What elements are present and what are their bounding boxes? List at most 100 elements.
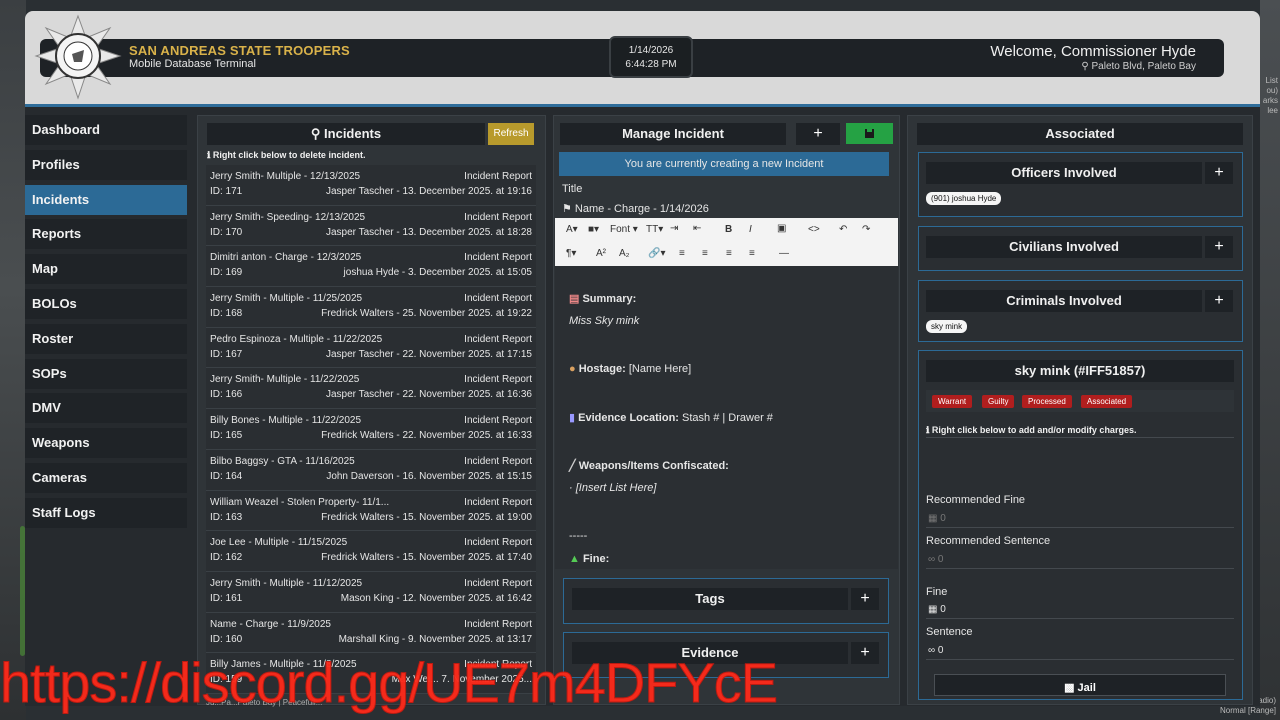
incident-type: Incident Report [464,293,532,305]
field-divider [926,527,1234,528]
image-icon[interactable]: ▣ [777,223,786,234]
editor-toolbar: A▾ ■▾ Font ▾ TT▾ ⇥ ⇤ B I ▣ <> ↶ ↷ ¶▾ A² … [555,218,898,266]
incident-list-item[interactable]: Dimitri anton - Charge - 12/3/2025 Incide… [206,246,536,288]
search-icon[interactable]: ⚲ [311,126,324,141]
horizontal-rule-icon[interactable]: — [779,248,789,259]
incident-title: Name - Charge - 11/9/2025 [210,618,331,630]
officer-chip[interactable]: (901) joshua Hyde [926,192,1002,205]
sentence-label: Sentence [926,626,973,638]
incident-id: ID: 168 [210,308,243,320]
incident-meta: Fredrick Walters - 22. November 2025. at… [321,430,532,442]
incident-id: ID: 165 [210,430,243,442]
incident-id: ID: 164 [210,470,243,482]
incident-title: Jerry Smith - Multiple - 11/12/2025 [210,577,363,589]
incident-meta: Mason King - 12. November 2025. at 16:42 [340,592,532,604]
add-evidence-button[interactable]: + [851,642,879,664]
sidebar-item-bolos[interactable]: BOLOs [25,288,187,319]
sidebar-nav: Dashboard Profiles Incidents Reports Map… [25,115,187,533]
trooper-badge-logo [34,14,122,100]
highlight-icon[interactable]: ■▾ [588,224,599,235]
tag-warrant[interactable]: Warrant [932,395,973,408]
indent-icon[interactable]: ⇥ [670,223,678,234]
summary-text: Miss Sky mink [569,315,640,327]
money-icon: ▲ [569,553,583,565]
add-criminal-button[interactable]: + [1205,290,1233,312]
align-left-icon[interactable]: ≡ [679,248,685,259]
sidebar-item-weapons[interactable]: Weapons [25,428,187,459]
undo-icon[interactable]: ↶ [839,224,847,235]
incident-list-item[interactable]: Jerry Smith - Multiple - 11/12/2025 Incid… [206,571,536,613]
location-text: Paleto Blvd, Paleto Bay [1091,61,1196,72]
font-size-icon[interactable]: TT▾ [646,224,663,235]
new-incident-button[interactable]: + [796,123,840,145]
add-civilian-button[interactable]: + [1205,236,1233,258]
fine-heading: ▲ Fine: [569,553,610,565]
jail-button[interactable]: ▩ Jail [934,674,1226,696]
summary-heading: ▤ Summary: [569,293,637,305]
incident-list-item[interactable]: Billy Bones - Multiple - 11/22/2025 Incid… [206,409,536,450]
align-center-icon[interactable]: ≡ [702,248,708,259]
bold-icon[interactable]: B [725,224,732,235]
sidebar-item-reports[interactable]: Reports [25,219,187,250]
charges-hint: ℹ Right click below to add and/or modify… [926,425,1137,435]
welcome-message: Welcome, Commissioner Hyde [990,43,1196,60]
field-divider [926,568,1234,569]
redo-icon[interactable]: ↷ [862,224,870,235]
sidebar-item-dmv[interactable]: DMV [25,393,187,424]
sidebar-item-roster[interactable]: Roster [25,323,187,354]
incident-list-item[interactable]: William Weazel - Stolen Property- 11/1..… [206,490,536,532]
location-line: ⚲ Paleto Blvd, Paleto Bay [1081,61,1196,72]
sidebar-item-cameras[interactable]: Cameras [25,462,187,493]
incident-meta: Jasper Tascher - 13. December 2025. at 1… [325,226,532,238]
tag-processed[interactable]: Processed [1022,395,1072,408]
incident-title: Dimitri anton - Charge - 12/3/2025 [210,252,362,264]
sentence-input[interactable]: ∞ 0 [928,645,943,656]
sidebar-item-staff-logs[interactable]: Staff Logs [25,497,187,528]
receipt-icon: ▦ [928,604,941,615]
outdent-icon[interactable]: ⇤ [693,223,701,234]
incident-list-item[interactable]: Jerry Smith- Multiple - 11/22/2025 Incide… [206,368,536,410]
sidebar-item-profiles[interactable]: Profiles [25,149,187,180]
paragraph-icon[interactable]: ¶▾ [566,248,576,259]
add-tag-button[interactable]: + [851,588,879,610]
incident-list-item[interactable]: Pedro Espinoza - Multiple - 11/22/2025 In… [206,327,536,369]
italic-icon[interactable]: I [749,224,752,235]
text-color-icon[interactable]: A▾ [566,224,578,235]
field-divider [926,659,1234,660]
incident-type: Incident Report [464,252,532,264]
save-button[interactable] [846,123,893,144]
justify-icon[interactable]: ≡ [749,248,755,259]
incident-list-item[interactable]: Jerry Smith- Multiple - 12/13/2025 Incide… [206,165,536,206]
incident-list-item[interactable]: Name - Charge - 11/9/2025 Incident Report… [206,612,536,654]
add-officer-button[interactable]: + [1205,162,1233,184]
jail-icon: ▩ [1064,682,1078,694]
superscript-icon[interactable]: A² [596,248,606,259]
tag-guilty[interactable]: Guilty [982,395,1015,408]
tag-associated[interactable]: Associated [1081,395,1133,408]
weapons-heading: ╱ Weapons/Items Confiscated: [569,460,729,472]
title-input[interactable]: ⚑ Name - Charge - 1/14/2026 [562,202,709,215]
sidebar-item-map[interactable]: Map [25,254,187,285]
code-icon[interactable]: <> [808,224,820,235]
link-icon[interactable]: 🔗▾ [648,248,665,259]
incident-editor[interactable]: ▤ Summary: Miss Sky mink ● Hostage: [Nam… [555,266,898,569]
incident-list-item[interactable]: Joe Lee - Multiple - 11/15/2025 Incident … [206,531,536,572]
criminal-chip[interactable]: sky mink [926,320,968,333]
document-icon: ▤ [569,293,583,305]
incident-type: Incident Report [464,415,532,427]
subscript-icon[interactable]: A₂ [619,248,630,259]
sidebar-item-sops[interactable]: SOPs [25,358,187,389]
incident-list-item[interactable]: Jerry Smith- Speeding- 12/13/2025 Inciden… [206,205,536,247]
weapons-list: · [Insert List Here] [569,482,657,494]
font-select[interactable]: Font ▾ [610,224,638,235]
sidebar-item-incidents[interactable]: Incidents [25,184,187,215]
incident-list-item[interactable]: Jerry Smith - Multiple - 11/25/2025 Incid… [206,287,536,328]
associated-title: Associated [917,123,1243,145]
incident-id: ID: 163 [210,511,243,523]
align-right-icon[interactable]: ≡ [726,248,732,259]
fine-input[interactable]: ▦ 0 [928,604,946,615]
incident-list-item[interactable]: Bilbo Baggsy - GTA - 11/16/2025 Incident … [206,449,536,491]
incident-title: Jerry Smith - Multiple - 11/25/2025 [210,293,363,305]
refresh-button[interactable]: Refresh [488,123,534,145]
sidebar-item-dashboard[interactable]: Dashboard [25,115,187,145]
